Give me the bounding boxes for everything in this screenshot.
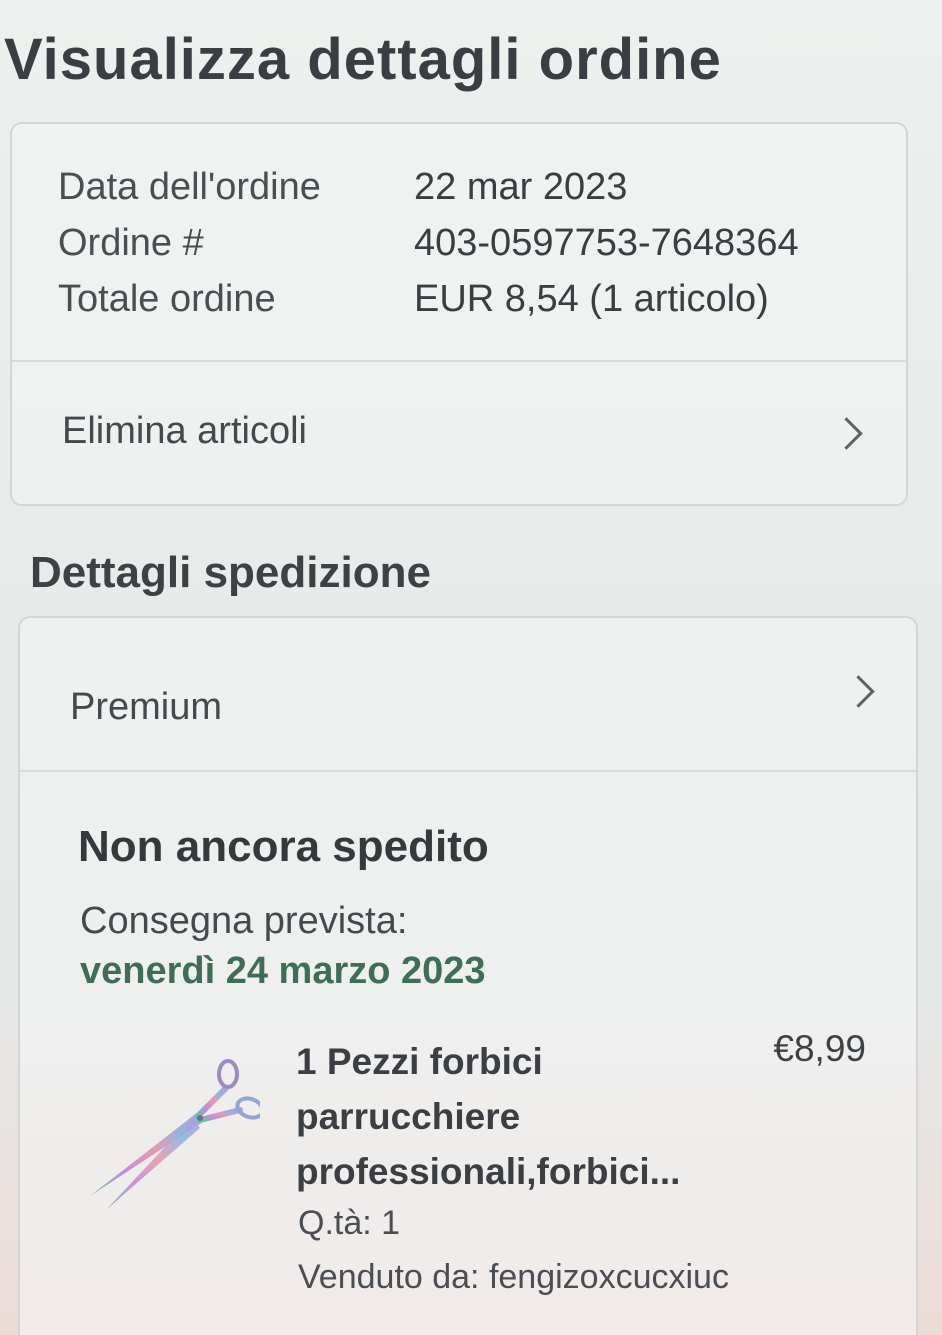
- order-date-value: 22 mar 2023: [414, 166, 628, 208]
- product-item[interactable]: 1 Pezzi forbici parrucchiere professiona…: [80, 1026, 900, 1326]
- shipping-method-row[interactable]: Premium: [20, 618, 916, 770]
- product-quantity: Q.tà: 1: [298, 1204, 401, 1242]
- page-title: Visualizza dettagli ordine: [4, 27, 722, 92]
- shipping-card: Premium Non ancora spedito Consegna prev…: [18, 616, 918, 1335]
- order-number-value: 403-0597753-7648364: [414, 222, 799, 264]
- order-number-label: Ordine #: [58, 222, 204, 264]
- delivery-date: venerdì 24 marzo 2023: [80, 950, 486, 992]
- remove-items-row[interactable]: Elimina articoli: [12, 362, 906, 506]
- shipment-status: Non ancora spedito: [78, 822, 489, 871]
- product-seller: Venduto da: fengizoxcucxiuc: [298, 1258, 729, 1296]
- divider: [20, 770, 916, 772]
- order-total-value: EUR 8,54 (1 articolo): [414, 278, 769, 320]
- delivery-label: Consegna prevista:: [80, 900, 408, 942]
- order-total-label: Totale ordine: [58, 278, 276, 320]
- shipping-method-label: Premium: [70, 686, 223, 728]
- remove-items-label: Elimina articoli: [62, 410, 307, 452]
- order-details-page: Visualizza dettagli ordine Data dell'ord…: [0, 0, 942, 1335]
- order-number-row: Ordine # 403-0597753-7648364: [58, 222, 799, 265]
- order-summary-card: Data dell'ordine 22 mar 2023 Ordine # 403-…: [10, 122, 908, 506]
- shipping-section-title: Dettagli spedizione: [30, 548, 431, 597]
- order-total-row: Totale ordine EUR 8,54 (1 articolo): [58, 278, 769, 321]
- order-date-label: Data dell'ordine: [58, 166, 321, 208]
- product-price: €8,99: [773, 1028, 866, 1069]
- chevron-right-icon: [830, 417, 863, 450]
- order-date-row: Data dell'ordine 22 mar 2023: [58, 166, 627, 209]
- scissors-icon[interactable]: [80, 1036, 265, 1216]
- product-name-link[interactable]: 1 Pezzi forbici parrucchiere professiona…: [296, 1034, 736, 1199]
- chevron-right-icon: [842, 675, 875, 708]
